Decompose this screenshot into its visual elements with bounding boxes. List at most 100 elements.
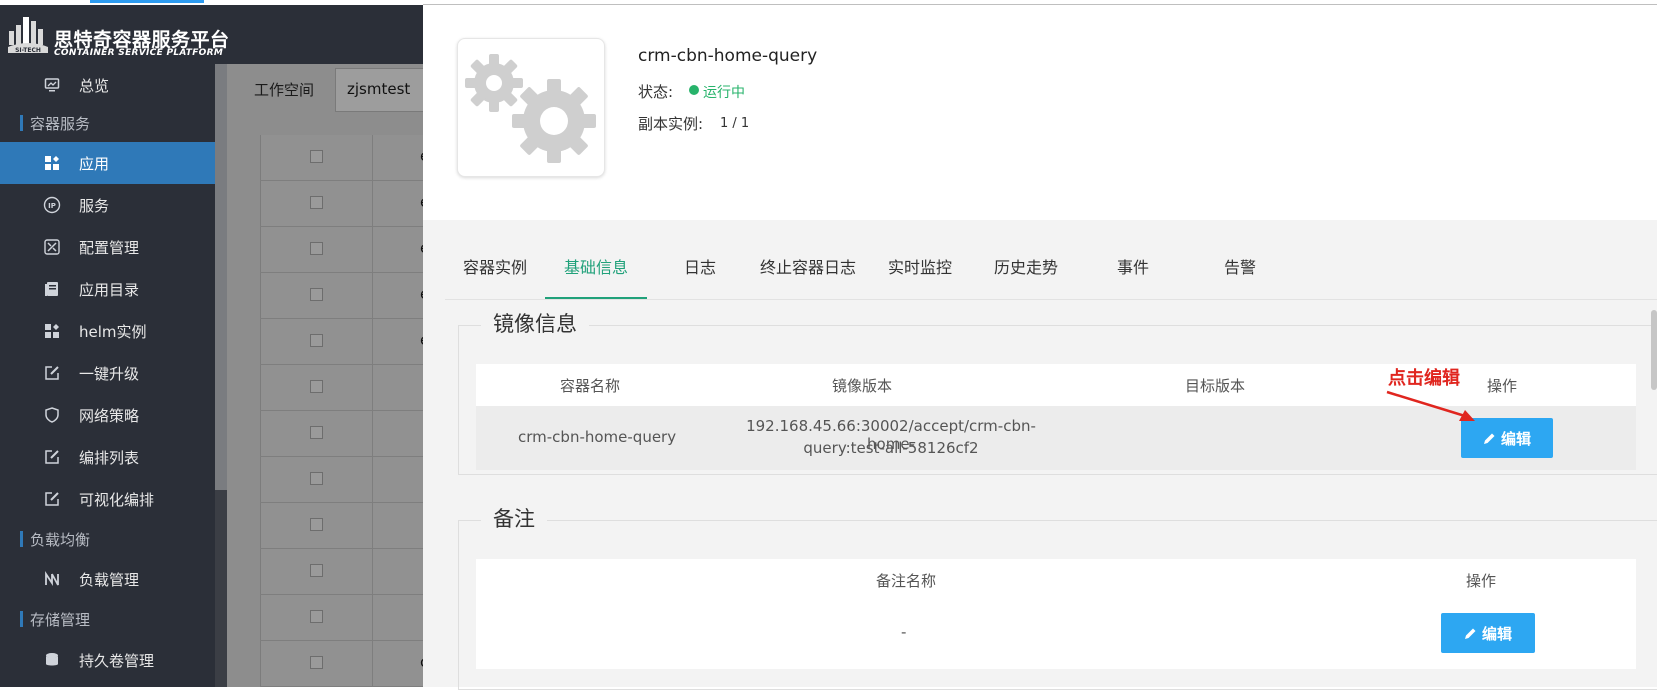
column-divider (372, 503, 373, 549)
sidebar-item-load-management[interactable]: 负载管理 (0, 558, 215, 600)
background-table-row: e (260, 319, 429, 365)
detail-tabs: 容器实例 基础信息 日志 终止容器日志 实时监控 历史走势 事件 告警 (445, 253, 1657, 300)
background-table-row (260, 365, 423, 411)
background-table-row (260, 595, 423, 641)
background-table-row (260, 411, 423, 457)
row-checkbox[interactable] (310, 196, 323, 209)
column-header: 目标版本 (1185, 377, 1246, 395)
workspace-select[interactable]: zjsmtest (335, 68, 423, 112)
top-accent-line (90, 0, 204, 3)
tab-container-instances[interactable]: 容器实例 (445, 253, 545, 299)
column-divider (372, 549, 373, 595)
edit-note-button[interactable]: 编辑 (1441, 613, 1535, 653)
workspace-label: 工作空间 (254, 81, 315, 99)
row-checkbox[interactable] (310, 564, 323, 577)
sidebar-item-upgrade[interactable]: 一键升级 (0, 352, 215, 394)
sidebar-item-visual-orchestration[interactable]: 可视化编排 (0, 478, 215, 520)
column-divider (372, 457, 373, 503)
drawer-header: crm-cbn-home-query 状态: 运行中 副本实例: 1 / 1 (423, 5, 1657, 220)
sidebar-group-label: 容器服务 (30, 115, 91, 133)
monitor-icon (43, 76, 61, 94)
app-detail-drawer: crm-cbn-home-query 状态: 运行中 副本实例: 1 / 1 容… (423, 5, 1657, 690)
sidebar-item-label: 应用 (79, 154, 110, 173)
replicas-label: 副本实例: (638, 115, 704, 133)
sidebar-item-helm[interactable]: helm实例 (0, 310, 215, 352)
row-checkbox[interactable] (310, 150, 323, 163)
section-title: 镜像信息 (481, 308, 589, 338)
sidebar-item-label: 负载管理 (79, 570, 140, 589)
column-header: 镜像版本 (832, 377, 893, 395)
app-avatar (457, 38, 605, 177)
sidebar-item-label: 一键升级 (79, 364, 140, 383)
row-checkbox[interactable] (310, 518, 323, 531)
sidebar-item-config[interactable]: 配置管理 (0, 226, 215, 268)
tab-realtime-monitor[interactable]: 实时监控 (875, 253, 965, 299)
sidebar-scrollbar[interactable] (215, 64, 227, 687)
column-divider (372, 273, 373, 319)
edit-square-icon (43, 490, 61, 508)
sidebar-item-label: 总览 (79, 76, 110, 95)
row-checkbox[interactable] (310, 426, 323, 439)
column-divider (372, 319, 373, 365)
sidebar-item-orchestration-list[interactable]: 编排列表 (0, 436, 215, 478)
shield-icon (43, 406, 61, 424)
tab-logs[interactable]: 日志 (655, 253, 745, 299)
column-divider (372, 227, 373, 273)
edit-button-label: 编辑 (1481, 624, 1512, 643)
brand-subtitle: CONTAINER SERVICE PLATFORM (54, 48, 224, 58)
apps-grid-icon (43, 154, 61, 172)
row-checkbox[interactable] (310, 288, 323, 301)
sidebar-item-label: 编排列表 (79, 448, 140, 467)
sidebar-item-label: 应用目录 (79, 280, 140, 299)
sidebar-group-label: 存储管理 (30, 611, 91, 629)
tab-history-trend[interactable]: 历史走势 (981, 253, 1071, 299)
column-divider (372, 641, 373, 687)
background-table-row: cr (260, 641, 434, 687)
sidebar-item-persistent-volume[interactable]: 持久卷管理 (0, 639, 215, 681)
sidebar-item-apps[interactable]: 应用 (0, 142, 215, 184)
column-divider (372, 365, 373, 411)
image-version-line2: query:test-all-58126cf2 (803, 439, 979, 457)
sidebar-item-catalog[interactable]: 应用目录 (0, 268, 215, 310)
drawer-scrollbar[interactable] (1651, 310, 1657, 390)
sidebar: 总览 容器服务 应用 IP 服务 配置管理 应用目录 helm实例 一键升级 网… (0, 64, 215, 687)
helm-grid-icon (43, 322, 61, 340)
background-table-row (260, 457, 423, 503)
tab-alerts[interactable]: 告警 (1195, 253, 1285, 299)
column-divider (372, 595, 373, 641)
background-table-row: e (260, 181, 429, 227)
sidebar-scrollbar-thumb[interactable] (215, 64, 227, 490)
row-checkbox[interactable] (310, 242, 323, 255)
notes-section: 备注 备注名称 操作 - 编辑 (458, 503, 1657, 690)
row-checkbox[interactable] (310, 610, 323, 623)
row-checkbox[interactable] (310, 380, 323, 393)
column-header: 操作 (1487, 377, 1518, 395)
status-badge: 运行中 (703, 85, 745, 101)
row-checkbox[interactable] (310, 656, 323, 669)
background-table-row: e (260, 135, 429, 181)
sidebar-group-container-service: 容器服务 (0, 104, 215, 142)
sidebar-group-storage: 存储管理 (0, 600, 215, 638)
group-marker (20, 115, 23, 131)
sidebar-item-overview[interactable]: 总览 (0, 64, 215, 106)
svg-text:IP: IP (48, 202, 56, 210)
column-divider (372, 135, 373, 181)
tab-events[interactable]: 事件 (1088, 253, 1178, 299)
sidebar-item-label: 可视化编排 (79, 490, 155, 509)
row-checkbox[interactable] (310, 472, 323, 485)
status-dot-icon (689, 85, 699, 95)
tab-basic-info[interactable]: 基础信息 (545, 253, 647, 299)
column-divider (372, 411, 373, 457)
tab-terminated-logs[interactable]: 终止容器日志 (747, 253, 869, 299)
pencil-icon (1483, 432, 1496, 445)
row-checkbox[interactable] (310, 334, 323, 347)
edit-square-icon (43, 364, 61, 382)
container-name-cell: crm-cbn-home-query (518, 428, 677, 446)
background-table-row: e (260, 227, 429, 273)
sidebar-item-label: 配置管理 (79, 238, 140, 257)
column-header: 容器名称 (560, 377, 621, 395)
background-table-row (260, 549, 423, 595)
sidebar-item-network-policy[interactable]: 网络策略 (0, 394, 215, 436)
annotation-arrow-icon (1386, 390, 1475, 421)
sidebar-item-services[interactable]: IP 服务 (0, 184, 215, 226)
